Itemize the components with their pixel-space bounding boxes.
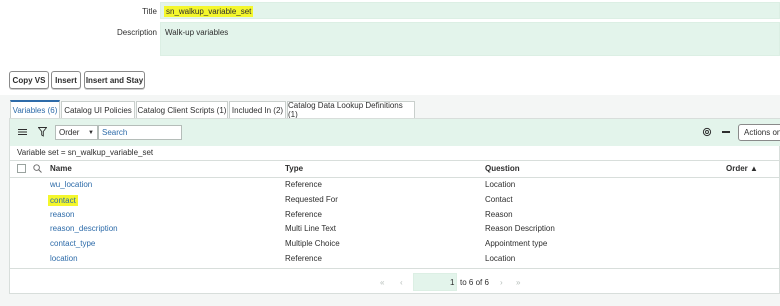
tab-variables[interactable]: Variables (6) (10, 100, 60, 118)
hamburger-icon[interactable] (18, 128, 27, 136)
column-header-question[interactable]: Question (485, 164, 520, 173)
column-header-type[interactable]: Type (285, 164, 303, 173)
variable-name-link[interactable]: reason_description (50, 224, 118, 233)
description-field[interactable]: Walk-up variables (160, 22, 780, 56)
search-input[interactable] (98, 125, 182, 140)
variable-question: Reason Description (485, 224, 555, 233)
insert-button[interactable]: Insert (51, 71, 81, 89)
variable-type: Multiple Choice (285, 239, 340, 248)
variable-name-link[interactable]: contact (48, 195, 78, 206)
gear-icon[interactable] (702, 127, 712, 137)
variable-question: Contact (485, 195, 513, 204)
select-all-checkbox[interactable] (17, 164, 26, 173)
variable-type: Reference (285, 210, 322, 219)
variable-type: Requested For (285, 195, 338, 204)
column-header-order[interactable]: Order ▲ (726, 164, 758, 173)
table-row[interactable]: reason_description Multi Line Text Reaso… (10, 222, 780, 237)
insert-and-stay-button[interactable]: Insert and Stay (84, 71, 145, 89)
next-page-icon[interactable]: › (500, 278, 503, 287)
table-row[interactable]: location Reference Location (10, 252, 780, 267)
table-row[interactable]: contact Requested For Contact (10, 193, 780, 208)
variable-question: Location (485, 254, 516, 263)
search-icon[interactable] (33, 164, 42, 173)
variable-name-link[interactable]: location (50, 254, 78, 263)
order-select[interactable]: Order ▼ (55, 125, 98, 140)
page-number-input[interactable]: 1 (413, 273, 457, 291)
title-label: Title (142, 7, 157, 16)
filter-breadcrumb[interactable]: Variable set = sn_walkup_variable_set (17, 148, 153, 157)
page-number-value: 1 (450, 278, 455, 287)
minus-icon[interactable] (722, 131, 730, 133)
description-value: Walk-up variables (165, 28, 229, 37)
pager-divider (10, 268, 780, 269)
tab-catalog-client-scripts[interactable]: Catalog Client Scripts (1) (136, 101, 228, 118)
tab-included-in[interactable]: Included In (2) (229, 101, 286, 118)
order-select-value: Order (59, 128, 80, 137)
first-page-icon[interactable]: « (380, 278, 384, 287)
last-page-icon[interactable]: » (516, 278, 520, 287)
chevron-down-icon: ▼ (88, 130, 94, 136)
column-header-name[interactable]: Name (50, 164, 72, 173)
variable-name-link[interactable]: contact_type (50, 239, 95, 248)
actions-select[interactable]: Actions on (738, 124, 780, 141)
variable-question: Appointment type (485, 239, 548, 248)
previous-page-icon[interactable]: ‹ (400, 278, 403, 287)
variable-type: Multi Line Text (285, 224, 336, 233)
table-row[interactable]: contact_type Multiple Choice Appointment… (10, 237, 780, 252)
tab-catalog-ui-policies[interactable]: Catalog UI Policies (61, 101, 135, 118)
title-field[interactable]: sn_walkup_variable_set (160, 2, 780, 19)
tab-catalog-data-lookup-definitions[interactable]: Catalog Data Lookup Definitions (1) (287, 101, 415, 119)
variable-name-link[interactable]: wu_location (50, 180, 92, 189)
variable-name-link[interactable]: reason (50, 210, 74, 219)
funnel-icon[interactable] (37, 127, 48, 137)
description-label: Description (116, 28, 157, 37)
copy-vs-button[interactable]: Copy VS (9, 71, 49, 89)
variable-type: Reference (285, 254, 322, 263)
title-value: sn_walkup_variable_set (164, 6, 254, 17)
table-row[interactable]: reason Reference Reason (10, 208, 780, 223)
table-row[interactable]: wu_location Reference Location (10, 178, 780, 193)
variable-question: Location (485, 180, 516, 189)
pagination-range: to 6 of 6 (460, 278, 489, 287)
variable-type: Reference (285, 180, 322, 189)
table-header (10, 160, 780, 178)
variable-question: Reason (485, 210, 513, 219)
